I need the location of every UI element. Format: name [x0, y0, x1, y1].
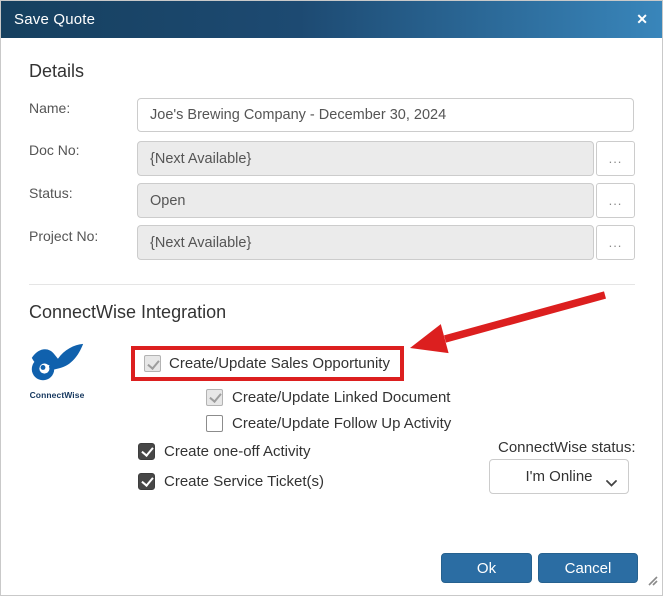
connectwise-owl-icon [29, 343, 85, 388]
annotation-arrow-icon [410, 291, 606, 354]
status-field: Open [137, 183, 594, 218]
checkbox-label: Create Service Ticket(s) [164, 472, 325, 490]
cancel-button[interactable]: Cancel [538, 553, 638, 583]
create-one-off-activity-checkbox[interactable] [138, 442, 155, 460]
ok-button[interactable]: Ok [441, 553, 532, 583]
connectwise-status-select[interactable]: I'm Online [489, 459, 629, 494]
close-icon[interactable]: ✕ [636, 10, 648, 28]
checkbox-label: Create/Update Follow Up Activity [232, 414, 452, 432]
dialog-title: Save Quote [14, 11, 96, 28]
save-quote-dialog: Save Quote ✕ Details Name: Doc No: {Next… [0, 0, 663, 596]
name-input[interactable] [137, 98, 634, 132]
name-label: Name: [29, 100, 71, 116]
project-no-browse-button[interactable]: ... [596, 225, 635, 260]
checkbox-label: Create/Update Sales Opportunity [169, 355, 390, 372]
status-browse-button[interactable]: ... [596, 183, 635, 218]
connectwise-integration-heading: ConnectWise Integration [29, 302, 227, 322]
linked-document-row: Create/Update Linked Document [206, 387, 450, 407]
one-off-activity-row[interactable]: Create one-off Activity [138, 441, 310, 461]
resize-grip-icon[interactable] [646, 573, 658, 591]
checkbox-label: Create/Update Linked Document [232, 388, 451, 406]
dialog-titlebar: Save Quote [1, 1, 662, 38]
sales-opportunity-highlight: Create/Update Sales Opportunity [131, 346, 404, 381]
create-update-follow-up-activity-checkbox[interactable] [206, 414, 223, 432]
connectwise-logo: ConnectWise [28, 342, 86, 400]
service-ticket-row[interactable]: Create Service Ticket(s) [138, 471, 324, 491]
checkbox-label: Create one-off Activity [164, 442, 311, 460]
create-update-linked-document-checkbox [206, 388, 223, 406]
connectwise-status-value: I'm Online [525, 468, 593, 485]
connectwise-wordmark: ConnectWise [29, 390, 85, 400]
project-no-field: {Next Available} [137, 225, 594, 260]
doc-no-field: {Next Available} [137, 141, 594, 176]
create-update-sales-opportunity-checkbox [144, 355, 161, 372]
connectwise-status-label: ConnectWise status: [498, 439, 636, 456]
details-heading: Details [29, 61, 85, 81]
follow-up-activity-row[interactable]: Create/Update Follow Up Activity [206, 413, 451, 433]
status-label: Status: [29, 185, 73, 201]
chevron-down-icon [606, 474, 617, 492]
project-no-label: Project No: [29, 228, 99, 244]
doc-no-browse-button[interactable]: ... [596, 141, 635, 176]
section-divider [29, 284, 635, 285]
doc-no-label: Doc No: [29, 142, 80, 158]
create-service-ticket-checkbox[interactable] [138, 472, 155, 490]
